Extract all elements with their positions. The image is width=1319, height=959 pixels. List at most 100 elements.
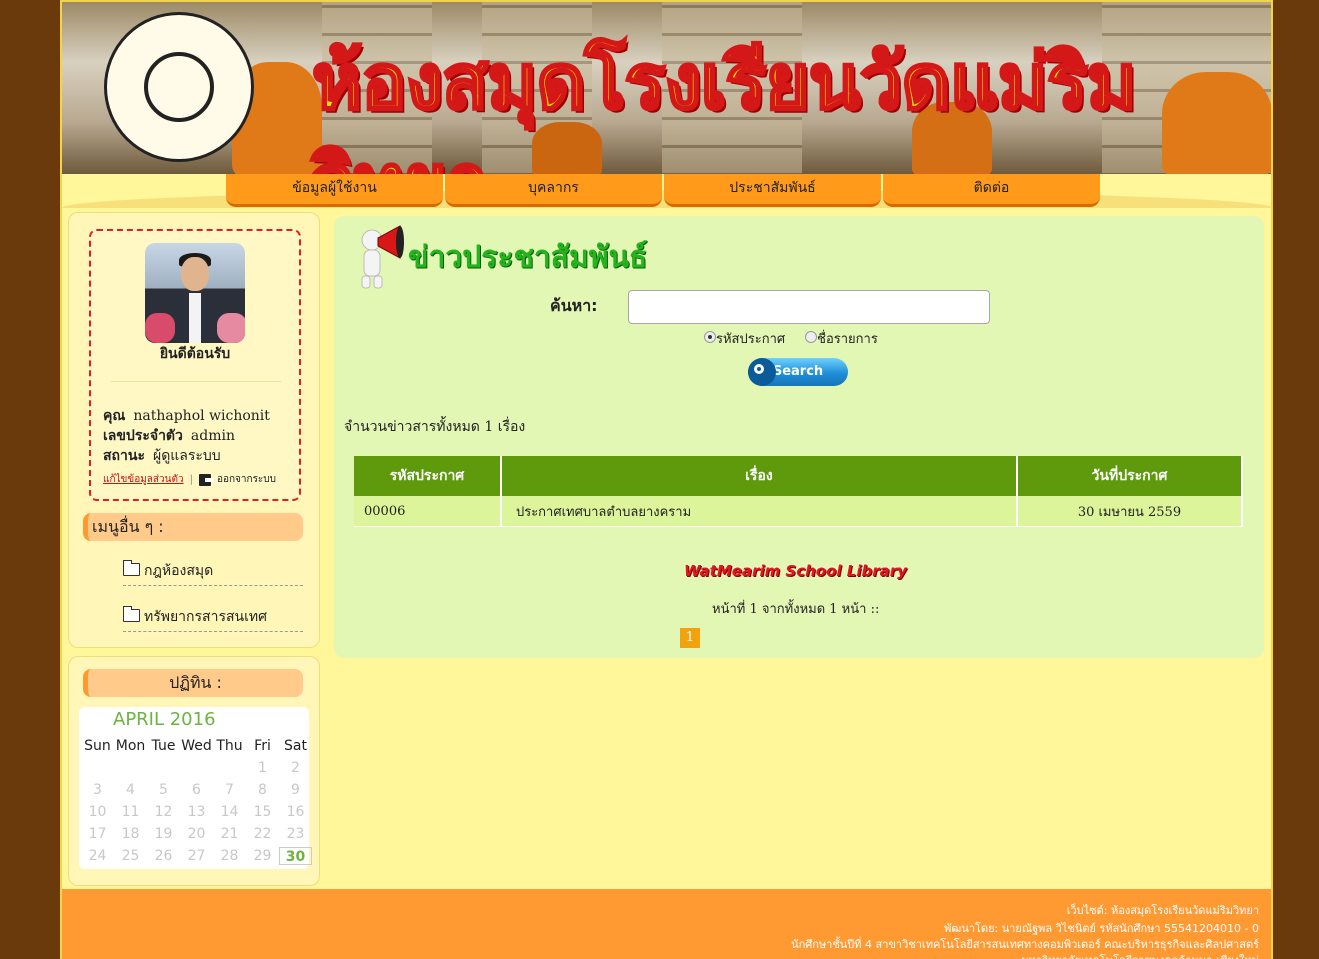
main-content: ข่าวประชาสัมพันธ์ ค้นหา: รหัสประกาศ ชื่อ…: [334, 216, 1264, 658]
calendar-day[interactable]: 26: [147, 847, 180, 865]
column-header-date: วันที่ประกาศ: [1016, 456, 1244, 496]
footer-site: เว็บไซต์: ห้องสมุดโรงเรียนวัดแม่ริมวิทยา: [1066, 904, 1259, 917]
calendar-month: APRIL 2016: [113, 709, 216, 730]
welcome-text: ยินดีต้อนรับ: [159, 346, 231, 362]
calendar-empty-cell: [147, 759, 180, 777]
radio-button[interactable]: [805, 331, 818, 343]
logout-icon[interactable]: [198, 473, 213, 486]
nav-item-contact[interactable]: ติดต่อ: [883, 174, 1100, 207]
calendar-weekday: Thu: [216, 738, 243, 754]
calendar-day[interactable]: 20: [180, 825, 213, 843]
sidebar-item-label: ทรัพยากรสารสนเทศ: [144, 609, 267, 625]
calendar-grid: Sun Mon Tue Wed Thu Fri Sat 1 2 3 4 5 6 7 8 9 10 11 12 13 14…: [81, 737, 312, 865]
cell-date: 30 เมษายน 2559: [1016, 496, 1244, 527]
calendar-day[interactable]: 7: [213, 781, 246, 799]
page-frame: ห้องสมุดโรงเรียนวัดแม่ริมวิทยา ข้อมูลผู้…: [60, 0, 1273, 959]
calendar-heading: ปฏิทิน :: [83, 669, 303, 697]
calendar-day[interactable]: 13: [180, 803, 213, 821]
logout-link[interactable]: ออกจากระบบ: [217, 472, 276, 487]
calendar-day[interactable]: 9: [279, 781, 312, 799]
search-input[interactable]: [628, 290, 990, 324]
calendar-day[interactable]: 15: [246, 803, 279, 821]
table-header-row: รหัสประกาศ เรื่อง วันที่ประกาศ: [354, 456, 1244, 496]
user-profile-card: ยินดีต้อนรับ คุณ nathaphol wichonit เลขปร…: [89, 229, 301, 501]
footer: เว็บไซต์: ห้องสมุดโรงเรียนวัดแม่ริมวิทยา…: [62, 889, 1271, 959]
radio-option-code[interactable]: รหัสประกาศ: [704, 328, 785, 349]
library-logo: WatMearim School Library: [684, 562, 907, 580]
calendar-day[interactable]: 21: [213, 825, 246, 843]
site-banner: ห้องสมุดโรงเรียนวัดแม่ริมวิทยา: [62, 0, 1271, 175]
search-label: ค้นหา:: [550, 296, 598, 315]
calendar-empty-cell: [114, 759, 147, 777]
calendar-day[interactable]: 10: [81, 803, 114, 821]
footer-university: มหาวิทยาลัยเทคโนโลยีราชมงคลล้านนา เชียงใ…: [1021, 951, 1259, 959]
calendar-day[interactable]: 1: [246, 759, 279, 777]
calendar-day[interactable]: 8: [246, 781, 279, 799]
calendar-empty-cell: [180, 759, 213, 777]
calendar-weekday: Sun: [84, 738, 111, 754]
column-header-subject: เรื่อง: [500, 456, 1018, 496]
calendar-weekday: Mon: [115, 738, 146, 754]
avatar: [145, 243, 245, 343]
calendar-day[interactable]: 18: [114, 825, 147, 843]
calendar-day[interactable]: 28: [213, 847, 246, 865]
user-id-value: admin: [190, 428, 235, 444]
sidebar-item-label: กฎห้องสมุด: [144, 563, 214, 579]
calendar-day[interactable]: 27: [180, 847, 213, 865]
folder-icon: [123, 606, 140, 622]
search-type-options: รหัสประกาศ ชื่อรายการ: [704, 328, 878, 349]
nav-item-user-info[interactable]: ข้อมูลผู้ใช้งาน: [226, 174, 443, 207]
news-count: จำนวนข่าวสารทั้งหมด 1 เรื่อง: [344, 419, 526, 435]
sidebar-user-box: ยินดีต้อนรับ คุณ nathaphol wichonit เลขปร…: [68, 212, 320, 648]
user-name-value: nathaphol wichonit: [133, 408, 270, 424]
radio-button-checked[interactable]: [704, 331, 716, 343]
search-button-label: Search: [772, 364, 824, 379]
calendar-weekday: Tue: [151, 738, 176, 754]
calendar-day[interactable]: 11: [114, 803, 147, 821]
calendar: APRIL 2016 Sun Mon Tue Wed Thu Fri Sat 1 2 3 4 5 6 7 8…: [79, 707, 312, 869]
calendar-day[interactable]: 17: [81, 825, 114, 843]
calendar-weekday: Wed: [181, 738, 212, 754]
radio-label: รหัสประกาศ: [716, 332, 786, 347]
radio-option-title[interactable]: ชื่อรายการ: [805, 328, 878, 349]
calendar-day[interactable]: 24: [81, 847, 114, 865]
calendar-day[interactable]: 22: [246, 825, 279, 843]
other-menu-heading: เมนูอื่น ๆ :: [83, 513, 303, 541]
search-button[interactable]: Search: [748, 358, 848, 386]
calendar-day[interactable]: 19: [147, 825, 180, 843]
calendar-day[interactable]: 12: [147, 803, 180, 821]
profile-actions: แก้ไขข้อมูลส่วนตัว | ออกจากระบบ: [103, 472, 276, 487]
divider: [111, 381, 281, 382]
calendar-weekday: Sat: [284, 738, 307, 754]
calendar-day[interactable]: 25: [114, 847, 147, 865]
calendar-day[interactable]: 2: [279, 759, 312, 777]
user-status-value: ผู้ดูแลระบบ: [152, 448, 221, 464]
folder-icon: [123, 560, 140, 576]
user-status-label: สถานะ: [103, 448, 145, 464]
edit-profile-link[interactable]: แก้ไขข้อมูลส่วนตัว: [103, 472, 184, 487]
calendar-day[interactable]: 16: [279, 803, 312, 821]
sidebar-item-library-rules[interactable]: กฎห้องสมุด: [123, 559, 303, 586]
calendar-empty-cell: [81, 759, 114, 777]
calendar-day[interactable]: 29: [246, 847, 279, 865]
user-id-row: เลขประจำตัว admin: [103, 425, 235, 447]
user-name-label: คุณ: [103, 408, 126, 424]
calendar-day[interactable]: 4: [114, 781, 147, 799]
table-row[interactable]: 00006 ประกาศเทศบาลตำบลยางคราม 30 เมษายน …: [354, 496, 1244, 527]
top-nav: ข้อมูลผู้ใช้งาน บุคลากร ประชาสัมพันธ์ ติ…: [62, 174, 1271, 208]
calendar-day[interactable]: 5: [147, 781, 180, 799]
calendar-day[interactable]: 30: [279, 847, 312, 865]
nav-item-news[interactable]: ประชาสัมพันธ์: [664, 174, 881, 207]
page-button[interactable]: 1: [680, 628, 700, 648]
cell-subject[interactable]: ประกาศเทศบาลตำบลยางคราม: [500, 496, 1018, 527]
nav-item-staff[interactable]: บุคลากร: [445, 174, 662, 207]
calendar-day[interactable]: 6: [180, 781, 213, 799]
search-icon: [748, 358, 776, 386]
sidebar-item-information-resources[interactable]: ทรัพยากรสารสนเทศ: [123, 605, 303, 632]
user-status-row: สถานะ ผู้ดูแลระบบ: [103, 445, 221, 467]
calendar-empty-cell: [213, 759, 246, 777]
calendar-day[interactable]: 23: [279, 825, 312, 843]
calendar-day[interactable]: 3: [81, 781, 114, 799]
calendar-day[interactable]: 14: [213, 803, 246, 821]
banner-title: ห้องสมุดโรงเรียนวัดแม่ริมวิทยา: [311, 36, 1139, 175]
